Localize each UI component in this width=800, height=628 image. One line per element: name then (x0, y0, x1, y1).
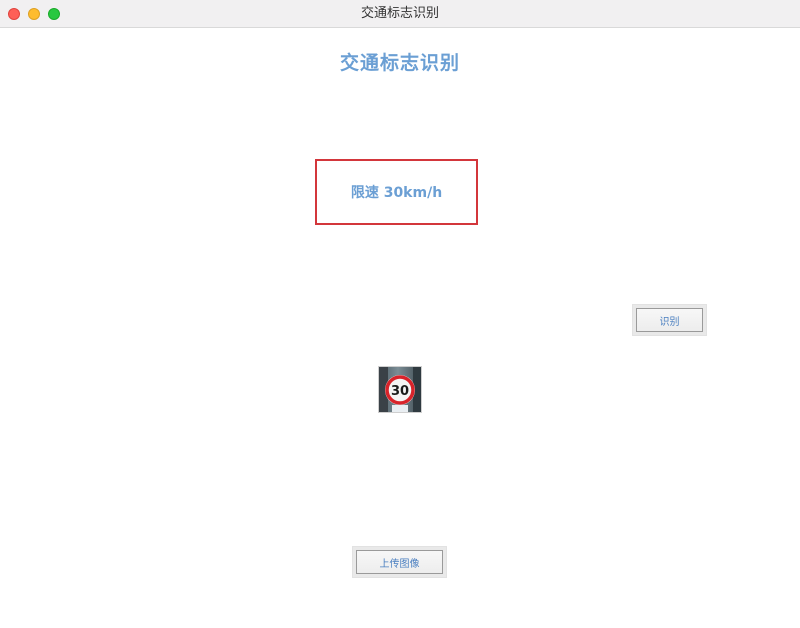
page-title: 交通标志识别 (339, 52, 460, 74)
upload-button-frame: 上传图像 (352, 546, 447, 578)
recognize-button[interactable]: 识别 (636, 308, 703, 332)
result-box: 限速 30km/h (315, 159, 478, 225)
speed-limit-sign-icon: 30 (379, 367, 421, 412)
upload-image-button[interactable]: 上传图像 (356, 550, 443, 574)
app-window: 交通标志识别 交通标志识别 限速 30km/h 识别 30 上传图像 (0, 0, 800, 628)
window-title: 交通标志识别 (360, 6, 439, 21)
sign-number: 30 (391, 384, 409, 399)
uploaded-image: 30 (378, 366, 422, 413)
title-bar: 交通标志识别 (0, 0, 800, 28)
result-label: 限速 30km/h (350, 185, 443, 201)
recognize-button-frame: 识别 (632, 304, 707, 336)
